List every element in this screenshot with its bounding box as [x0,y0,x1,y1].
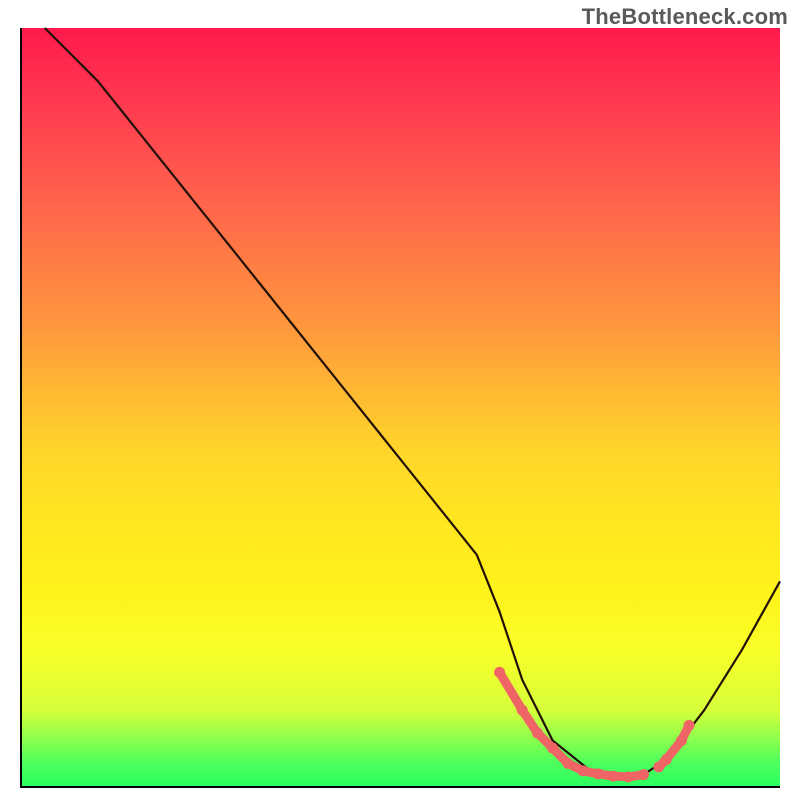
watermark-text: TheBottleneck.com [582,4,788,30]
plot-area [20,28,780,788]
cluster-dot [532,727,543,738]
cluster-dot [684,720,695,731]
cluster-dot [676,735,687,746]
curve-line [45,28,780,777]
cluster-dot [623,771,634,782]
cluster-dot [608,771,619,782]
chart-container: TheBottleneck.com [0,0,800,800]
cluster-dot [547,743,558,754]
cluster-dot [661,754,672,765]
cluster-dot [638,769,649,780]
cluster-dot [593,768,604,779]
cluster-dot [494,667,505,678]
chart-svg [22,28,780,786]
cluster-dot [562,758,573,769]
cluster-dot [577,765,588,776]
cluster-dot [517,705,528,716]
